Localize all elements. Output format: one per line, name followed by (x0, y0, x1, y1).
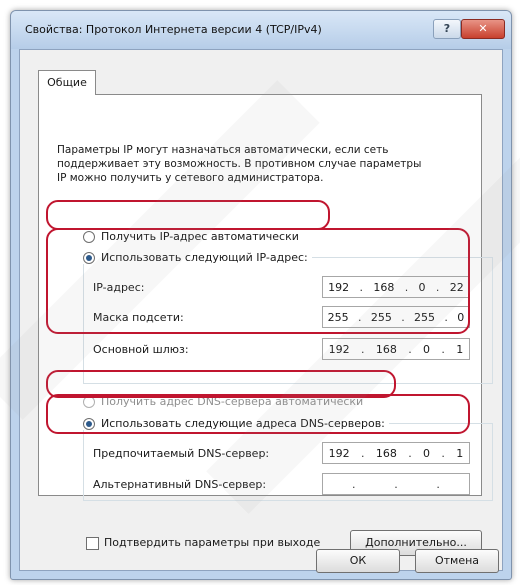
octet: 22 (449, 280, 464, 294)
ip-manual-radio-row[interactable]: Использовать следующий IP-адрес: (83, 251, 312, 264)
ip-manual-label: Использовать следующий IP-адрес: (101, 251, 308, 264)
ok-button[interactable]: ОК (316, 549, 400, 573)
preferred-dns-input[interactable]: 192. 168. 0. 1 (322, 442, 470, 464)
preferred-dns-label: Предпочитаемый DNS-сервер: (93, 447, 270, 460)
octet: 1 (456, 446, 464, 460)
octet: 168 (375, 446, 397, 460)
octet: 255 (370, 310, 392, 324)
tcpip-properties-window: Свойства: Протокол Интернета версии 4 (T… (10, 10, 512, 580)
ip-address-input[interactable]: 192. 168. 0. 22 (322, 276, 470, 298)
title-bar[interactable]: Свойства: Протокол Интернета версии 4 (T… (11, 11, 511, 49)
alternate-dns-input[interactable]: . . . (322, 473, 470, 495)
dns-manual-radio[interactable] (83, 417, 95, 430)
gateway-input[interactable]: 192. 168. 0. 1 (322, 338, 470, 360)
dns-auto-radio-row[interactable]: Получить адрес DNS-сервера автоматически (83, 395, 363, 408)
dns-manual-label: Использовать следующие адреса DNS-сервер… (101, 417, 385, 430)
octet: 168 (375, 342, 397, 356)
dns-auto-label: Получить адрес DNS-сервера автоматически (101, 395, 364, 408)
octet: 1 (456, 342, 464, 356)
subnet-mask-label: Маска подсети: (93, 311, 184, 324)
validate-label: Подтвердить параметры при выходе (104, 536, 321, 549)
gateway-label: Основной шлюз: (93, 343, 189, 356)
ip-auto-radio-row[interactable]: Получить IP-адрес автоматически (83, 230, 299, 243)
window-title: Свойства: Протокол Интернета версии 4 (T… (25, 23, 322, 36)
octet: 192 (328, 280, 350, 294)
octet: 192 (328, 342, 350, 356)
dns-manual-radio-row[interactable]: Использовать следующие адреса DNS-сервер… (83, 417, 389, 430)
octet: 0 (457, 310, 465, 324)
dialog-client-area: Общие Параметры IP могут назначаться авт… (19, 49, 503, 571)
dns-auto-radio[interactable] (83, 395, 95, 408)
octet: 0 (423, 342, 431, 356)
description-text: Параметры IP могут назначаться автоматич… (57, 144, 422, 184)
octet: 168 (373, 280, 395, 294)
general-tab-panel: Параметры IP могут назначаться автоматич… (38, 94, 493, 501)
validate-checkbox[interactable] (86, 537, 99, 550)
octet: 192 (328, 446, 350, 460)
octet: 0 (423, 446, 431, 460)
ip-address-label: IP-адрес: (93, 281, 145, 294)
ip-auto-radio[interactable] (83, 230, 95, 243)
octet: 0 (418, 280, 426, 294)
close-button[interactable]: ✕ (461, 19, 505, 39)
ip-auto-label: Получить IP-адрес автоматически (101, 230, 299, 243)
ip-manual-radio[interactable] (83, 251, 95, 264)
cancel-button[interactable]: Отмена (415, 549, 499, 573)
subnet-mask-input[interactable]: 255. 255. 255. 0 (322, 306, 470, 328)
tab-general[interactable]: Общие (38, 70, 96, 95)
octet: 255 (414, 310, 436, 324)
octet: 255 (327, 310, 349, 324)
alternate-dns-label: Альтернативный DNS-сервер: (93, 478, 267, 491)
help-button[interactable]: ? (433, 19, 461, 39)
